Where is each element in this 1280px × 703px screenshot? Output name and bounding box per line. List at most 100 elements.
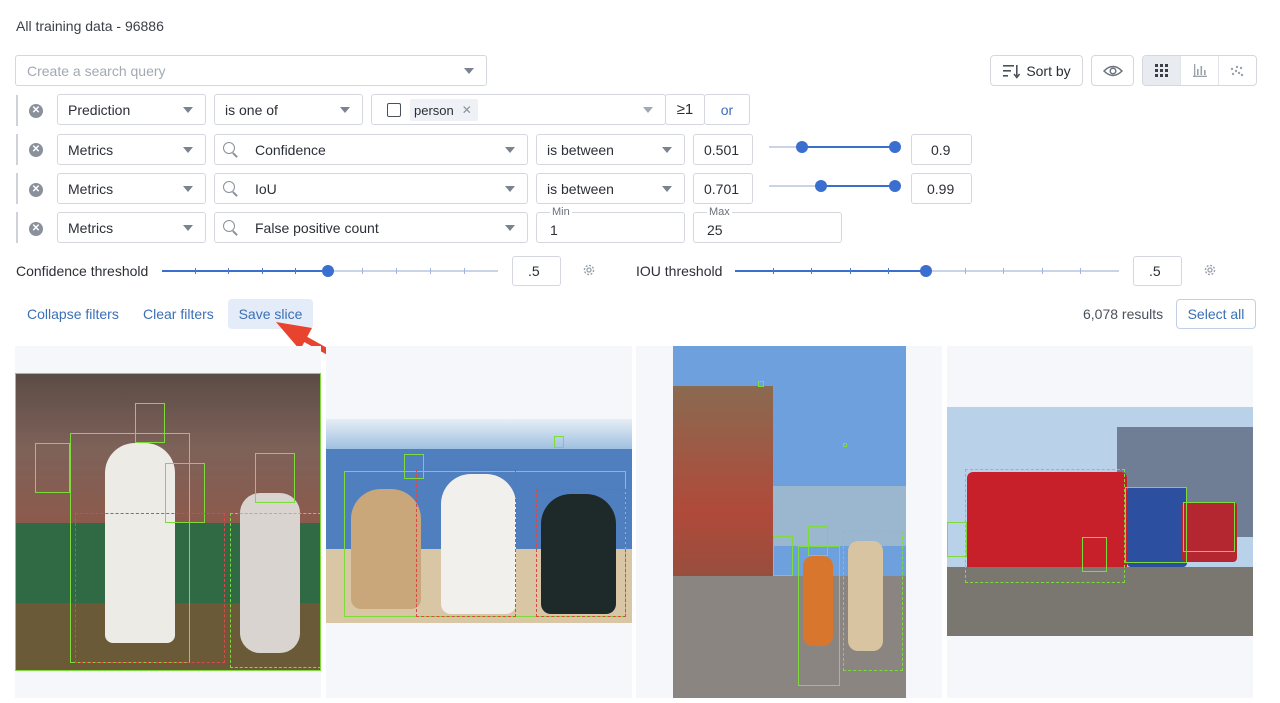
chevron-down-icon: [505, 146, 515, 153]
page-title: All training data - 96886: [16, 18, 164, 34]
slider-tick: [811, 268, 812, 274]
filter-field-select[interactable]: Prediction: [57, 94, 206, 125]
slider-tick: [1042, 268, 1043, 274]
metric-value: Confidence: [255, 141, 326, 158]
grid-view-button[interactable]: [1143, 56, 1181, 85]
visibility-button[interactable]: [1091, 55, 1134, 86]
scatter-view-button[interactable]: [1217, 56, 1256, 85]
image-card[interactable]: [636, 346, 942, 698]
chevron-down-icon: [340, 106, 350, 113]
search-input[interactable]: Create a search query: [15, 55, 487, 86]
iou-threshold-fill: [735, 270, 926, 272]
max-label: Max: [707, 206, 732, 218]
image-street: [673, 346, 906, 698]
chevron-down-icon: [505, 224, 515, 231]
filter-operator-select[interactable]: is one of: [214, 94, 363, 125]
slider-tick: [888, 268, 889, 274]
metric-value: IoU: [255, 180, 277, 197]
iou-threshold-input[interactable]: .5: [1133, 256, 1182, 286]
bar-chart-icon: [1192, 64, 1207, 77]
results-count: 6,078 results: [1083, 306, 1164, 322]
filter-operator-select[interactable]: is between: [536, 134, 685, 165]
chip-label: person: [414, 102, 454, 118]
iou-threshold-value: .5: [1149, 263, 1161, 279]
chevron-down-icon: [183, 185, 193, 192]
metric-value: False positive count: [255, 219, 379, 236]
select-all-button[interactable]: Select all: [1176, 299, 1256, 329]
slider-tick: [773, 268, 774, 274]
range-slider-min-handle[interactable]: [796, 141, 808, 153]
search-placeholder: Create a search query: [27, 62, 166, 79]
range-min-value: 0.701: [704, 180, 740, 197]
min-input[interactable]: Min 1: [536, 206, 685, 243]
gear-icon[interactable]: [582, 263, 596, 277]
slider-tick: [430, 268, 431, 274]
slider-tick: [228, 268, 229, 274]
slider-tick: [295, 268, 296, 274]
slider-tick: [262, 268, 263, 274]
sort-button[interactable]: Sort by: [990, 55, 1083, 86]
range-min-input[interactable]: 0.701: [693, 173, 753, 204]
filter-field-value: Metrics: [68, 219, 114, 236]
slider-tick: [850, 268, 851, 274]
range-min-input[interactable]: 0.501: [693, 134, 753, 165]
chevron-down-icon[interactable]: [464, 67, 474, 74]
filter-field-select[interactable]: Metrics: [57, 134, 206, 165]
checkbox-icon[interactable]: [387, 103, 401, 117]
clear-filters-button[interactable]: Clear filters: [143, 306, 214, 322]
image-baseball: [15, 373, 321, 671]
chevron-down-icon: [505, 185, 515, 192]
filter-field-value: Metrics: [68, 180, 114, 197]
slider-tick: [965, 268, 966, 274]
remove-filter-icon[interactable]: ✕: [29, 143, 43, 157]
gear-icon[interactable]: [1203, 263, 1217, 277]
range-slider-min-handle[interactable]: [815, 180, 827, 192]
filter-row-indicator: [16, 95, 18, 126]
min-value: 1: [550, 222, 558, 238]
filter-operator-select[interactable]: is between: [536, 173, 685, 204]
filter-row-indicator: [16, 134, 18, 165]
image-card[interactable]: [326, 346, 632, 698]
confidence-threshold-fill: [162, 270, 328, 272]
or-button[interactable]: or: [704, 94, 750, 125]
range-slider-fill: [821, 185, 895, 187]
close-icon[interactable]: ✕: [462, 103, 472, 117]
image-buses: [947, 407, 1253, 636]
image-card[interactable]: [15, 346, 321, 698]
iou-threshold-label: IOU threshold: [636, 263, 723, 279]
image-card[interactable]: [947, 346, 1253, 698]
iou-threshold-handle[interactable]: [920, 265, 932, 277]
confidence-threshold-input[interactable]: .5: [512, 256, 561, 286]
count-operator-button[interactable]: ≥1: [665, 94, 705, 125]
confidence-threshold-value: .5: [528, 263, 540, 279]
metric-select[interactable]: IoU: [214, 173, 528, 204]
remove-filter-icon[interactable]: ✕: [29, 104, 43, 118]
eye-icon: [1102, 65, 1123, 76]
max-input[interactable]: Max 25: [693, 206, 842, 243]
remove-filter-icon[interactable]: ✕: [29, 183, 43, 197]
filter-operator-value: is one of: [225, 101, 278, 118]
collapse-filters-button[interactable]: Collapse filters: [27, 306, 119, 322]
range-slider-max-handle[interactable]: [889, 180, 901, 192]
remove-filter-icon[interactable]: ✕: [29, 222, 43, 236]
sort-label: Sort by: [1026, 62, 1071, 79]
filter-field-select[interactable]: Metrics: [57, 173, 206, 204]
search-icon: [223, 142, 237, 156]
filter-field-select[interactable]: Metrics: [57, 212, 206, 243]
confidence-threshold-label: Confidence threshold: [16, 263, 149, 279]
slider-tick: [362, 268, 363, 274]
metric-select[interactable]: False positive count: [214, 212, 528, 243]
chevron-down-icon: [183, 146, 193, 153]
metric-select[interactable]: Confidence: [214, 134, 528, 165]
filter-operator-value: is between: [547, 180, 614, 197]
chevron-down-icon: [662, 185, 672, 192]
search-icon: [223, 220, 237, 234]
range-slider-max-handle[interactable]: [889, 141, 901, 153]
confidence-threshold-handle[interactable]: [322, 265, 334, 277]
range-max-input[interactable]: 0.99: [911, 173, 972, 204]
filter-values-select[interactable]: person ✕: [371, 94, 666, 125]
range-max-value: 0.99: [927, 180, 955, 197]
slider-tick: [1080, 268, 1081, 274]
range-max-input[interactable]: 0.9: [911, 134, 972, 165]
chart-view-button[interactable]: [1180, 56, 1217, 85]
